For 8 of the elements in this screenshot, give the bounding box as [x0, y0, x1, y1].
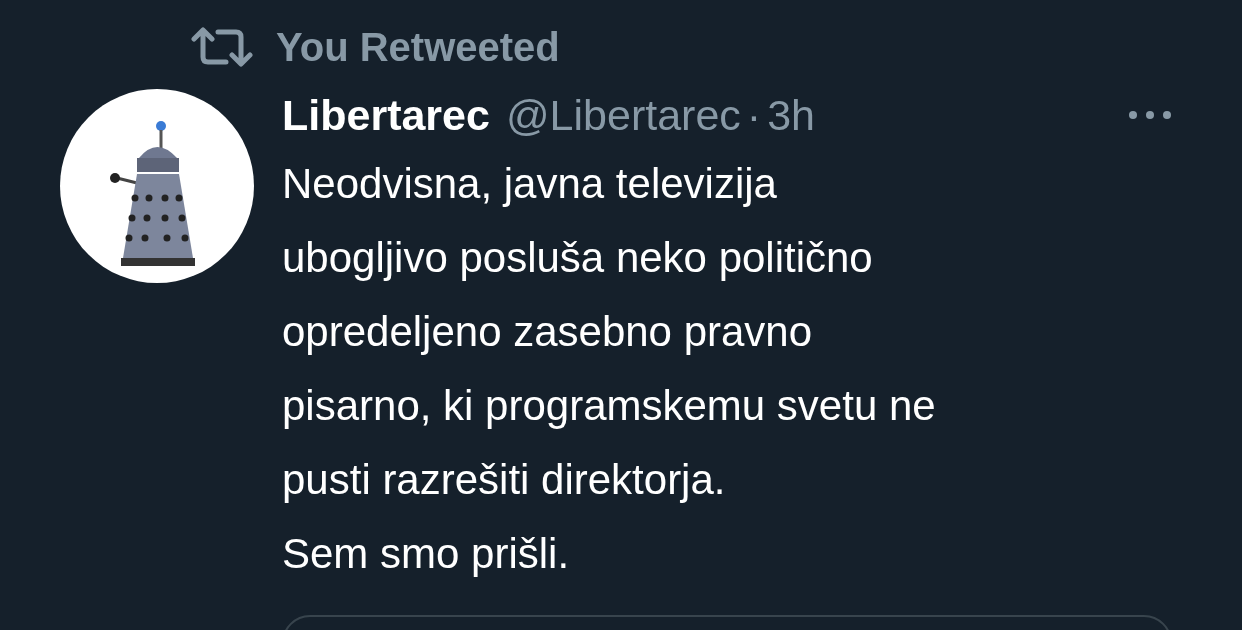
- tweet-text: Neodvisna, javna televizija ubogljivo posluša neko politično opredeljeno zasebno pravno pisarno, ki programskemu svetu ne pusti razrešiti direktorja. Sem smo prišli.: [282, 159, 937, 579]
- author-handle[interactable]: @Libertarec: [505, 90, 741, 140]
- author-name[interactable]: Libertarec: [282, 90, 490, 140]
- separator: ·: [746, 90, 762, 140]
- more-icon[interactable]: [1128, 110, 1172, 120]
- timestamp[interactable]: 3h: [767, 90, 815, 140]
- retweet-label: You Retweeted: [276, 24, 560, 70]
- retweet-icon: [190, 27, 254, 67]
